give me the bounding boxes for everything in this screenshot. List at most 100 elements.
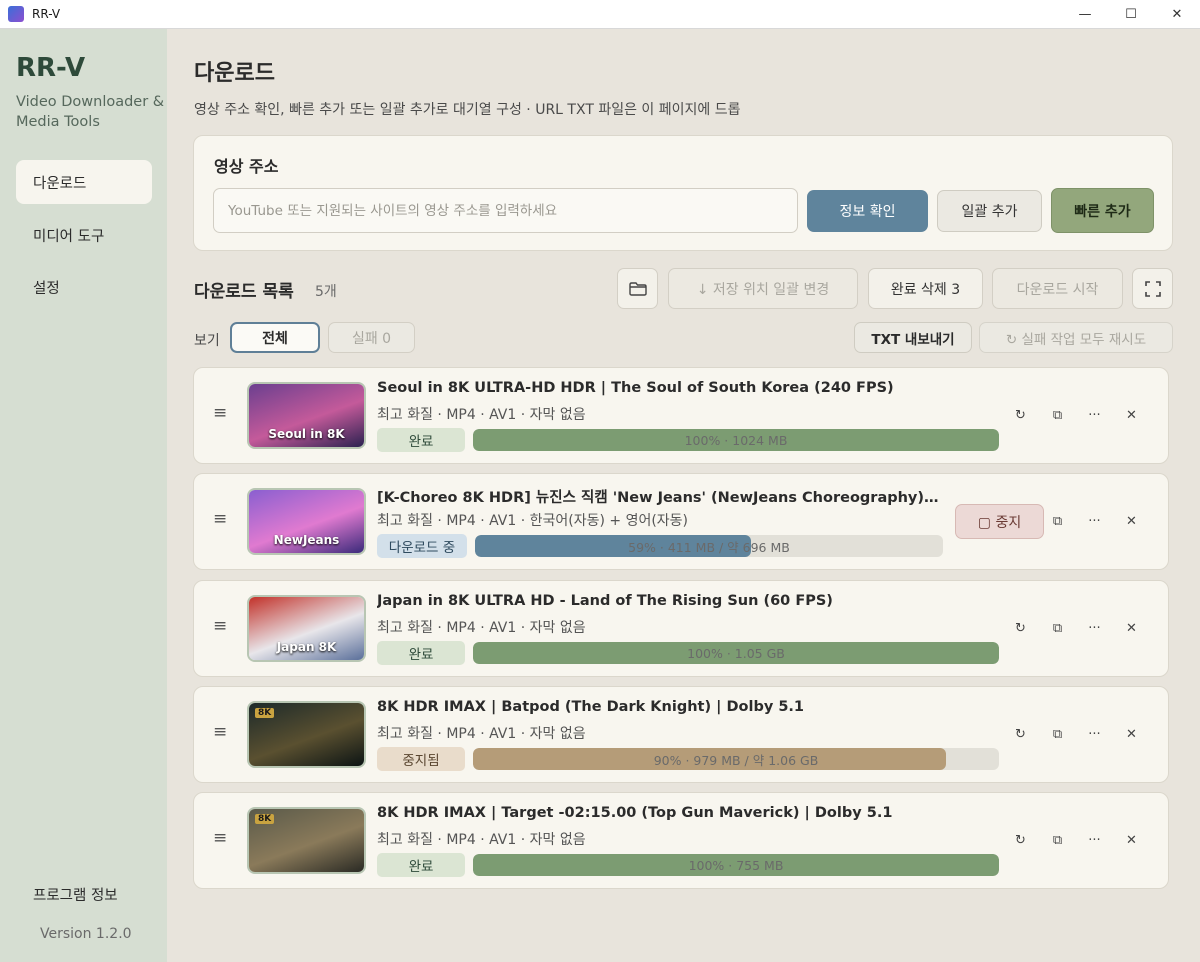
drag-handle-icon[interactable]: ≡ (213, 722, 227, 742)
filter-failed-chip[interactable]: 실패 0 (328, 322, 415, 353)
more-icon[interactable]: ··· (1076, 405, 1113, 425)
download-item: ≡ Japan 8K Japan in 8K ULTRA HD - Land of … (193, 580, 1169, 677)
drag-handle-icon[interactable]: ≡ (213, 403, 227, 423)
fullscreen-icon (1144, 280, 1161, 297)
item-meta: 최고 화질 · MP4 · AV1 · 자막 없음 (377, 620, 586, 636)
more-icon[interactable]: ··· (1076, 618, 1113, 638)
title-bar: RR-V — ☐ ✕ (0, 0, 1200, 29)
remove-icon[interactable]: ✕ (1113, 511, 1150, 531)
retry-icon[interactable]: ↻ (1002, 618, 1039, 638)
thumbnail: 8K (247, 807, 366, 874)
progress-bar: 90% · 979 MB / 약 1.06 GB (473, 748, 999, 770)
brand-subtitle: Video Downloader & Media Tools (16, 94, 165, 130)
copy-icon[interactable]: ⧉ (1039, 511, 1076, 531)
retry-icon[interactable]: ↻ (1002, 724, 1039, 744)
progress-text: 90% · 979 MB / 약 1.06 GB (653, 752, 819, 768)
close-window-button[interactable]: ✕ (1154, 0, 1200, 29)
quick-add-button[interactable]: 빠른 추가 (1051, 188, 1154, 233)
download-item: ≡ NewJeans [K-Choreo 8K HDR] 뉴진스 직캠 'New J… (193, 473, 1169, 570)
retry-icon[interactable]: ↻ (1002, 830, 1039, 850)
remove-icon[interactable]: ✕ (1113, 724, 1150, 744)
download-item: ≡ Seoul in 8K Seoul in 8K ULTRA-HD HDR | T… (193, 367, 1169, 464)
thumbnail: NewJeans (247, 488, 366, 555)
download-item: ≡ 8K 8K HDR IMAX | Batpod (The Dark Knight… (193, 686, 1169, 783)
thumbnail-8k-badge: 8K (255, 708, 275, 718)
remove-icon[interactable]: ✕ (1113, 618, 1150, 638)
more-icon[interactable]: ··· (1076, 724, 1113, 744)
status-badge: 다운로드 중 (377, 534, 467, 558)
info-button[interactable]: 정보 확인 (807, 190, 928, 232)
remove-icon[interactable]: ✕ (1113, 830, 1150, 850)
change-location-button[interactable]: ↓ 저장 위치 일괄 변경 (668, 268, 858, 309)
sidebar-item-media-tools[interactable]: 미디어 도구 (16, 213, 152, 257)
thumbnail-8k-badge: 8K (255, 814, 275, 824)
drag-handle-icon[interactable]: ≡ (213, 828, 227, 848)
sidebar-item-settings[interactable]: 설정 (16, 265, 152, 309)
url-input[interactable] (213, 188, 798, 233)
batch-add-button[interactable]: 일괄 추가 (937, 190, 1042, 232)
remove-icon[interactable]: ✕ (1113, 405, 1150, 425)
item-title: Japan in 8K ULTRA HD - Land of The Risin… (377, 593, 833, 609)
download-item: ≡ 8K 8K HDR IMAX | Target -02:15.00 (Top G… (193, 792, 1169, 889)
progress-text: 100% · 755 MB (688, 857, 784, 873)
thumbnail-caption: Seoul in 8K (268, 427, 345, 441)
sidebar-item-download[interactable]: 다운로드 (16, 160, 152, 204)
status-badge: 중지됨 (377, 747, 465, 771)
url-label: 영상 주소 (214, 157, 279, 176)
fullscreen-button[interactable] (1132, 268, 1173, 309)
minimize-button[interactable]: — (1062, 0, 1108, 29)
start-download-button[interactable]: 다운로드 시작 (992, 268, 1123, 309)
thumbnail: Japan 8K (247, 595, 366, 662)
progress-text: 59% · 411 MB / 약 696 MB (628, 539, 790, 555)
item-title: [K-Choreo 8K HDR] 뉴진스 직캠 'New Jeans' (Ne… (377, 490, 942, 506)
url-card: 영상 주소 정보 확인 일괄 추가 빠른 추가 (193, 135, 1173, 251)
copy-icon[interactable]: ⧉ (1039, 724, 1076, 744)
folder-icon (628, 281, 647, 296)
export-txt-button[interactable]: TXT 내보내기 (854, 322, 972, 353)
item-meta: 최고 화질 · MP4 · AV1 · 자막 없음 (377, 407, 586, 423)
progress-bar: 100% · 1.05 GB (473, 642, 999, 664)
item-meta: 최고 화질 · MP4 · AV1 · 자막 없음 (377, 726, 586, 742)
more-icon[interactable]: ··· (1076, 830, 1113, 850)
clear-completed-button[interactable]: 완료 삭제 3 (868, 268, 983, 309)
status-badge: 완료 (377, 641, 465, 665)
progress-bar: 100% · 755 MB (473, 854, 999, 876)
filter-all-chip[interactable]: 전체 (230, 322, 320, 353)
copy-icon[interactable]: ⧉ (1039, 405, 1076, 425)
drag-handle-icon[interactable]: ≡ (213, 509, 227, 529)
thumbnail-caption: NewJeans (273, 533, 340, 547)
stop-button[interactable]: ▢ 중지 (955, 504, 1044, 539)
about-link[interactable]: 프로그램 정보 (33, 884, 118, 905)
sidebar: RR-V Video Downloader & Media Tools 다운로드… (0, 29, 167, 962)
item-title: 8K HDR IMAX | Target -02:15.00 (Top Gun … (377, 805, 893, 821)
list-count: 5개 (315, 284, 337, 300)
app-icon (8, 6, 24, 22)
open-folder-button[interactable] (617, 268, 658, 309)
brand-title: RR-V (16, 53, 86, 83)
item-meta: 최고 화질 · MP4 · AV1 · 자막 없음 (377, 832, 586, 848)
drag-handle-icon[interactable]: ≡ (213, 616, 227, 636)
retry-all-failed-button[interactable]: ↻ 실패 작업 모두 재시도 (979, 322, 1173, 353)
copy-icon[interactable]: ⧉ (1039, 618, 1076, 638)
thumbnail-caption: Japan 8K (276, 640, 337, 654)
retry-icon[interactable]: ↻ (1002, 405, 1039, 425)
progress-bar: 59% · 411 MB / 약 696 MB (475, 535, 943, 557)
progress-text: 100% · 1024 MB (684, 432, 788, 448)
list-title: 다운로드 목록 (194, 282, 294, 302)
status-badge: 완료 (377, 428, 465, 452)
maximize-button[interactable]: ☐ (1108, 0, 1154, 29)
view-label: 보기 (194, 333, 220, 349)
more-icon[interactable]: ··· (1076, 511, 1113, 531)
thumbnail: Seoul in 8K (247, 382, 366, 449)
progress-bar: 100% · 1024 MB (473, 429, 999, 451)
item-meta: 최고 화질 · MP4 · AV1 · 한국어(자동) + 영어(자동) (377, 513, 689, 529)
copy-icon[interactable]: ⧉ (1039, 830, 1076, 850)
progress-text: 100% · 1.05 GB (687, 645, 785, 661)
version-label: Version 1.2.0 (40, 926, 132, 942)
page-description: 영상 주소 확인, 빠른 추가 또는 일괄 추가로 대기열 구성 · URL T… (194, 102, 741, 118)
status-badge: 완료 (377, 853, 465, 877)
thumbnail: 8K (247, 701, 366, 768)
item-title: Seoul in 8K ULTRA-HD HDR | The Soul of S… (377, 380, 894, 396)
window-title: RR-V (32, 7, 61, 21)
page-title: 다운로드 (194, 61, 275, 86)
